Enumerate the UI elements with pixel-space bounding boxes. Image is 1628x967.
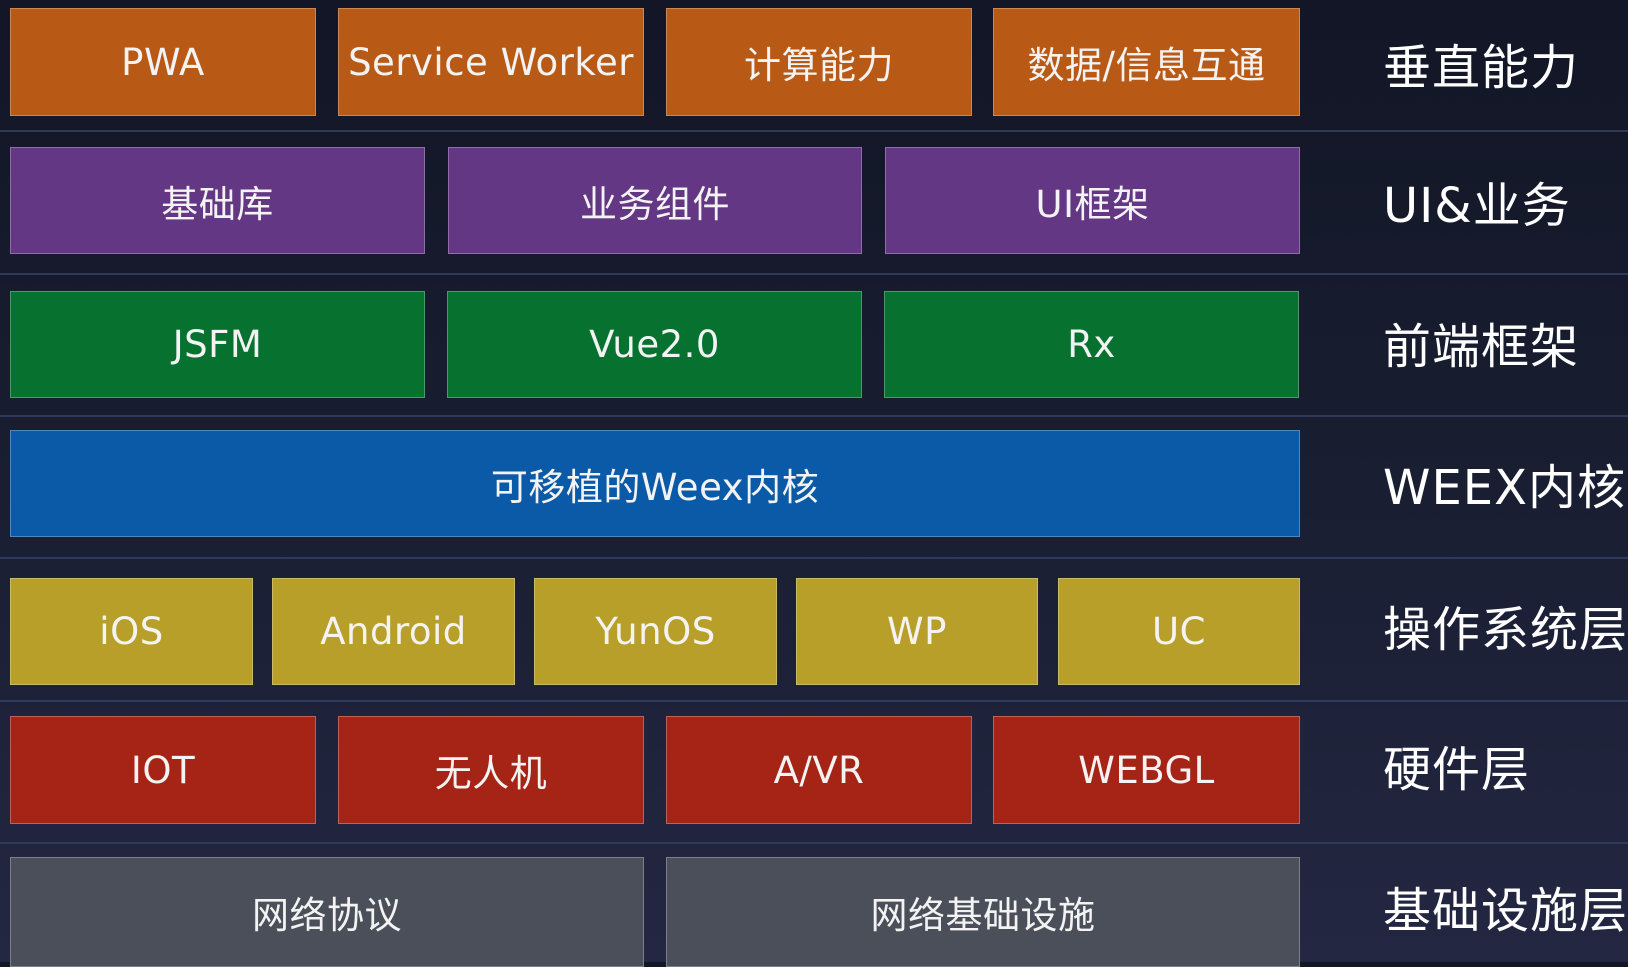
block-network-protocol: 网络协议: [10, 857, 644, 967]
block-yunos: YunOS: [534, 578, 777, 685]
block-business-components: 业务组件: [448, 147, 862, 254]
architecture-diagram: PWA Service Worker 计算能力 数据/信息互通 垂直能力 基础库…: [0, 0, 1628, 967]
layer-label-ui-business: UI&业务: [1383, 178, 1571, 234]
layer-label-vertical: 垂直能力: [1383, 40, 1580, 96]
block-ui-framework: UI框架: [885, 147, 1300, 254]
block-service-worker: Service Worker: [338, 8, 644, 116]
block-vue: Vue2.0: [447, 291, 862, 398]
block-iot: IOT: [10, 716, 316, 824]
layer-separator: [0, 273, 1628, 275]
layer-label-weex-kernel: WEEX内核: [1383, 460, 1627, 516]
block-data-interop: 数据/信息互通: [993, 8, 1300, 116]
layer-label-infrastructure: 基础设施层: [1383, 883, 1628, 939]
block-rx: Rx: [884, 291, 1299, 398]
block-ios: iOS: [10, 578, 253, 685]
block-compute-capability: 计算能力: [666, 8, 972, 116]
layer-label-hardware: 硬件层: [1383, 742, 1531, 798]
block-drone: 无人机: [338, 716, 644, 824]
layer-separator: [0, 415, 1628, 417]
layer-label-frontend: 前端框架: [1383, 319, 1580, 375]
block-network-infrastructure: 网络基础设施: [666, 857, 1300, 967]
layer-separator: [0, 130, 1628, 132]
layer-separator: [0, 700, 1628, 702]
block-wp: WP: [796, 578, 1038, 685]
block-base-library: 基础库: [10, 147, 425, 254]
block-webgl: WEBGL: [993, 716, 1300, 824]
layer-label-os: 操作系统层: [1383, 602, 1628, 658]
block-avr: A/VR: [666, 716, 972, 824]
layer-separator: [0, 842, 1628, 844]
layer-separator: [0, 557, 1628, 559]
block-weex-kernel: 可移植的Weex内核: [10, 430, 1300, 537]
block-jsfm: JSFM: [10, 291, 425, 398]
block-pwa: PWA: [10, 8, 316, 116]
block-uc: UC: [1058, 578, 1300, 685]
block-android: Android: [272, 578, 515, 685]
